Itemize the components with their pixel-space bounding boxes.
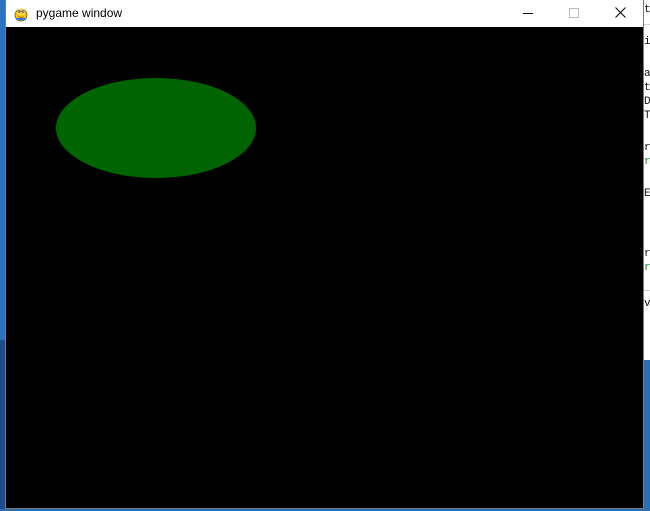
editor-line: v xyxy=(644,298,650,310)
desktop: t i a t D T r r E r r v pygame window xyxy=(0,0,650,511)
editor-line: r xyxy=(644,248,650,260)
editor-line: t xyxy=(644,82,650,94)
close-icon xyxy=(614,5,626,23)
close-button[interactable] xyxy=(597,0,643,27)
green-ellipse xyxy=(56,78,256,178)
editor-line: i xyxy=(644,36,650,48)
editor-line: E xyxy=(644,188,650,200)
editor-line: r xyxy=(644,156,650,168)
editor-line: r xyxy=(644,262,650,274)
title-bar[interactable]: pygame window xyxy=(6,0,643,27)
editor-line: D xyxy=(644,96,650,108)
minimize-icon xyxy=(523,5,533,23)
window-controls xyxy=(505,0,643,27)
pygame-snake-icon xyxy=(13,6,29,22)
game-canvas[interactable] xyxy=(6,27,643,508)
minimize-button[interactable] xyxy=(505,0,551,27)
editor-line: T xyxy=(644,110,650,122)
editor-line: a xyxy=(644,68,650,80)
pygame-window[interactable]: pygame window xyxy=(5,0,644,509)
maximize-icon xyxy=(569,5,579,23)
window-title: pygame window xyxy=(36,6,123,20)
editor-line: r xyxy=(644,142,650,154)
editor-line: t xyxy=(644,4,650,16)
maximize-button[interactable] xyxy=(551,0,597,27)
